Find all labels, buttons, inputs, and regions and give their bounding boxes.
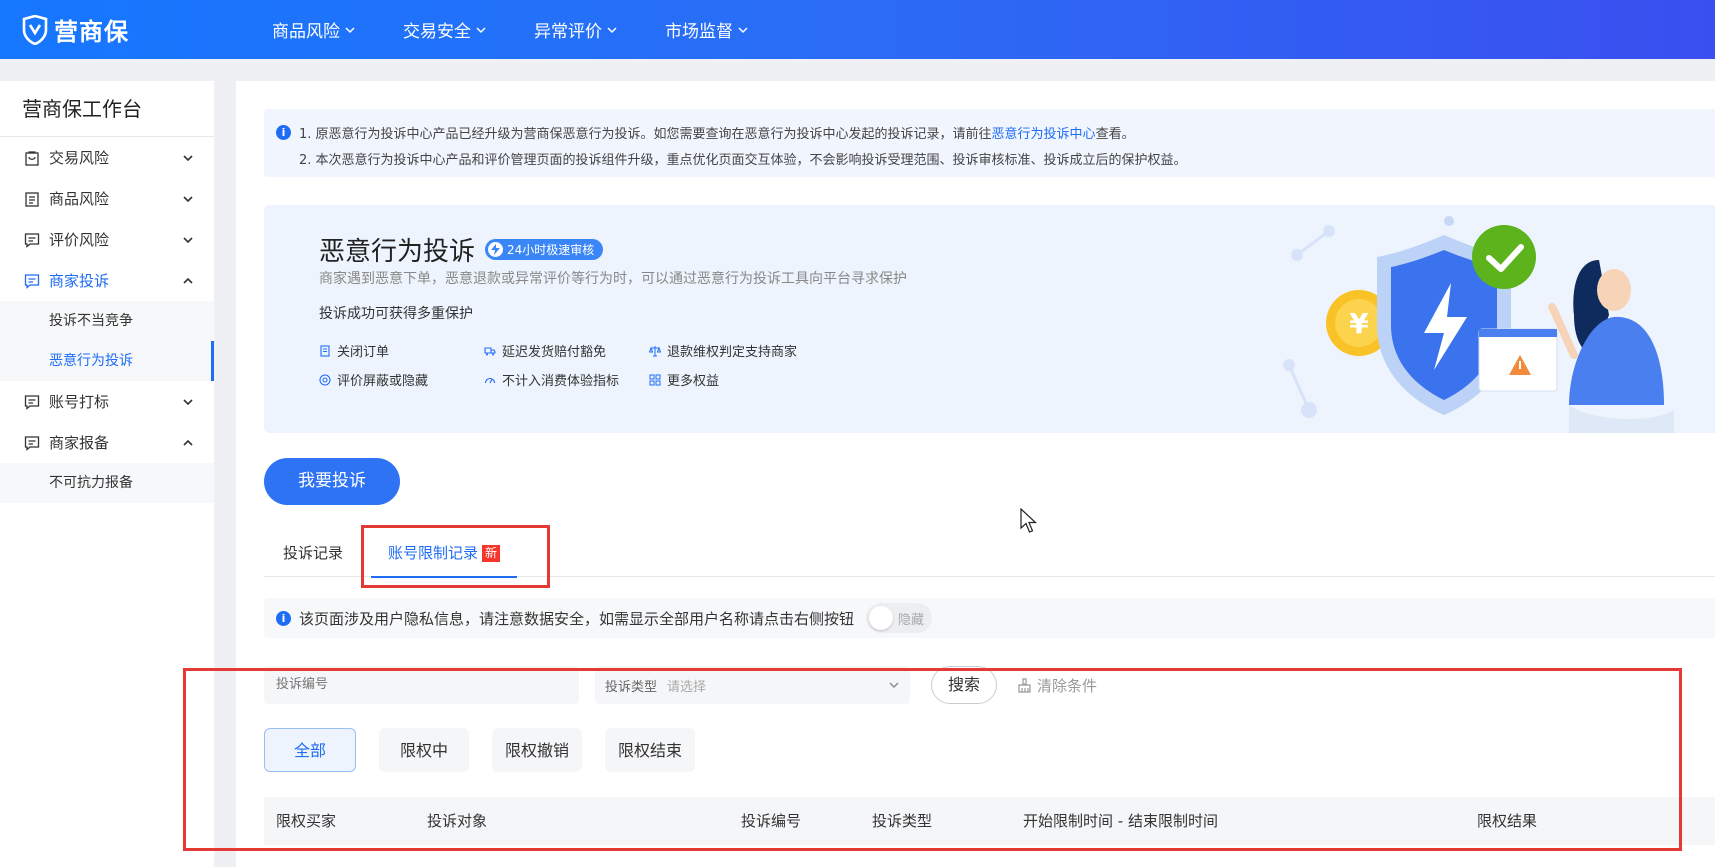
chevron-down-icon <box>345 26 355 33</box>
sidebar-item-product-risk[interactable]: 商品风险 <box>0 178 214 219</box>
intro-banner: 恶意行为投诉 24小时极速审核 商家遇到恶意下单，恶意退款或异常评价等行为时，可… <box>264 205 1715 433</box>
complaint-center-link[interactable]: 恶意行为投诉中心 <box>992 127 1096 142</box>
notice-line-1: 1. 原恶意行为投诉中心产品已经升级为营商保恶意行为投诉。如您需要查询在恶意行为… <box>299 123 1135 142</box>
info-icon: i <box>276 610 291 626</box>
chevron-down-icon <box>607 26 617 33</box>
benefit-label: 不计入消费体验指标 <box>502 374 620 389</box>
chevron-up-icon <box>183 277 193 284</box>
document-icon <box>320 344 330 357</box>
comment-icon <box>24 435 40 451</box>
notice-text: 1. 原恶意行为投诉中心产品已经升级为营商保恶意行为投诉。如您需要查询在恶意行为… <box>299 126 992 142</box>
chevron-down-icon <box>183 154 193 161</box>
sidebar-subitem-malicious-complaint[interactable]: 恶意行为投诉 <box>0 341 214 381</box>
chevron-down-icon <box>183 236 193 243</box>
lightning-icon <box>488 242 504 257</box>
sidebar-item-account-tagging[interactable]: 账号打标 <box>0 381 214 422</box>
chevron-down-icon <box>738 26 748 33</box>
chevron-down-icon <box>476 26 486 33</box>
notice-line-2: 2. 本次恶意行为投诉中心产品和评价管理页面的投诉组件升级，重点优化页面交互体验… <box>299 152 1187 168</box>
nav-label: 市场监督 <box>665 22 733 42</box>
top-navbar: 营商保 商品风险 交易安全 异常评价 市场监督 <box>0 0 1715 59</box>
notice-text: 查看。 <box>1095 126 1135 142</box>
comment-icon <box>24 273 40 289</box>
top-nav-menu: 商品风险 交易安全 异常评价 市场监督 <box>272 17 796 42</box>
privacy-toggle[interactable]: 隐藏 <box>866 603 933 633</box>
sidebar-item-merchant-complaint[interactable]: 商家投诉 <box>0 260 214 301</box>
toggle-knob <box>869 606 894 630</box>
banner-description: 商家遇到恶意下单，恶意退款或异常评价等行为时，可以通过恶意行为投诉工具向平台寻求… <box>319 271 907 287</box>
scale-icon <box>649 345 661 356</box>
sidebar-item-label: 账号打标 <box>49 393 110 411</box>
sidebar-item-review-risk[interactable]: 评价风险 <box>0 219 214 260</box>
privacy-text: 该页面涉及用户隐私信息，请注意数据安全，如需显示全部用户名称请点击右侧按钮 <box>299 609 855 628</box>
brand-logo[interactable]: 营商保 <box>22 12 272 47</box>
sidebar-subitem-force-majeure[interactable]: 不可抗力报备 <box>0 463 214 503</box>
highlight-box <box>183 668 1682 851</box>
benefit-label: 更多权益 <box>667 374 720 389</box>
banner-subtitle: 投诉成功可获得多重保护 <box>319 306 473 322</box>
highlight-box <box>361 525 550 588</box>
nav-trade-safety[interactable]: 交易安全 <box>403 17 486 42</box>
mouse-cursor-icon <box>1020 508 1038 533</box>
sidebar-item-label: 交易风险 <box>49 149 110 167</box>
svg-text:¥: ¥ <box>1349 307 1369 340</box>
comment-icon <box>24 394 40 410</box>
comment-icon <box>24 232 40 248</box>
sidebar: 营商保工作台 交易风险 商品风险 评价风险 商家投诉 投诉不当竞争 恶意行为投诉… <box>0 81 214 867</box>
banner-title: 恶意行为投诉 <box>319 237 476 267</box>
benefit-item: 评价屏蔽或隐藏 <box>319 370 484 389</box>
fast-review-badge: 24小时极速审核 <box>485 239 604 260</box>
privacy-notice: i 该页面涉及用户隐私信息，请注意数据安全，如需显示全部用户名称请点击右侧按钮 … <box>264 598 1715 638</box>
benefit-item: 不计入消费体验指标 <box>484 370 649 389</box>
nav-label: 异常评价 <box>534 22 602 42</box>
gauge-icon <box>484 377 496 383</box>
benefit-item: 更多权益 <box>649 370 849 389</box>
info-icon: i <box>276 124 291 140</box>
nav-label: 交易安全 <box>403 22 471 42</box>
clipboard-icon <box>25 191 39 207</box>
benefit-label: 延迟发货赔付豁免 <box>502 345 607 360</box>
benefit-item: 延迟发货赔付豁免 <box>484 341 649 360</box>
sidebar-item-trade-risk[interactable]: 交易风险 <box>0 137 214 178</box>
nav-market-supervision[interactable]: 市场监督 <box>665 17 748 42</box>
upgrade-notice: i 1. 原恶意行为投诉中心产品已经升级为营商保恶意行为投诉。如您需要查询在恶意… <box>264 109 1715 177</box>
chevron-up-icon <box>183 439 193 446</box>
grid-icon <box>649 374 661 385</box>
nav-label: 商品风险 <box>272 22 340 42</box>
badge-text: 24小时极速审核 <box>507 243 595 257</box>
bag-icon <box>25 150 39 166</box>
truck-icon <box>484 346 496 355</box>
nav-product-risk[interactable]: 商品风险 <box>272 17 355 42</box>
benefit-item: 关闭订单 <box>319 341 484 360</box>
file-complaint-button[interactable]: 我要投诉 <box>264 458 400 505</box>
sidebar-item-label: 商家投诉 <box>49 272 110 290</box>
eye-off-icon <box>319 373 331 386</box>
benefit-item: 退款维权判定支持商家 <box>649 341 849 360</box>
brand-name: 营商保 <box>54 18 129 46</box>
sidebar-title: 营商保工作台 <box>0 81 214 137</box>
chevron-down-icon <box>183 195 193 202</box>
shield-logo-icon <box>22 14 48 45</box>
toggle-label: 隐藏 <box>898 612 925 628</box>
tab-complaint-records[interactable]: 投诉记录 <box>283 529 343 577</box>
benefit-label: 退款维权判定支持商家 <box>667 345 798 360</box>
benefit-label: 关闭订单 <box>337 345 390 360</box>
sidebar-subitem-unfair-competition[interactable]: 投诉不当竞争 <box>0 301 214 341</box>
banner-heading: 恶意行为投诉 24小时极速审核 <box>319 231 604 268</box>
nav-abnormal-review[interactable]: 异常评价 <box>534 17 617 42</box>
chevron-down-icon <box>183 398 193 405</box>
sidebar-item-label: 评价风险 <box>49 231 110 249</box>
benefit-list: 关闭订单 延迟发货赔付豁免 退款维权判定支持商家 评价屏蔽或隐藏 不计入消费体验… <box>319 341 849 389</box>
benefit-label: 评价屏蔽或隐藏 <box>337 374 429 389</box>
sidebar-item-merchant-filing[interactable]: 商家报备 <box>0 422 214 463</box>
sidebar-item-label: 商品风险 <box>49 190 110 208</box>
sidebar-item-label: 商家报备 <box>49 434 110 452</box>
shield-illustration: ¥ <box>1283 216 1674 433</box>
